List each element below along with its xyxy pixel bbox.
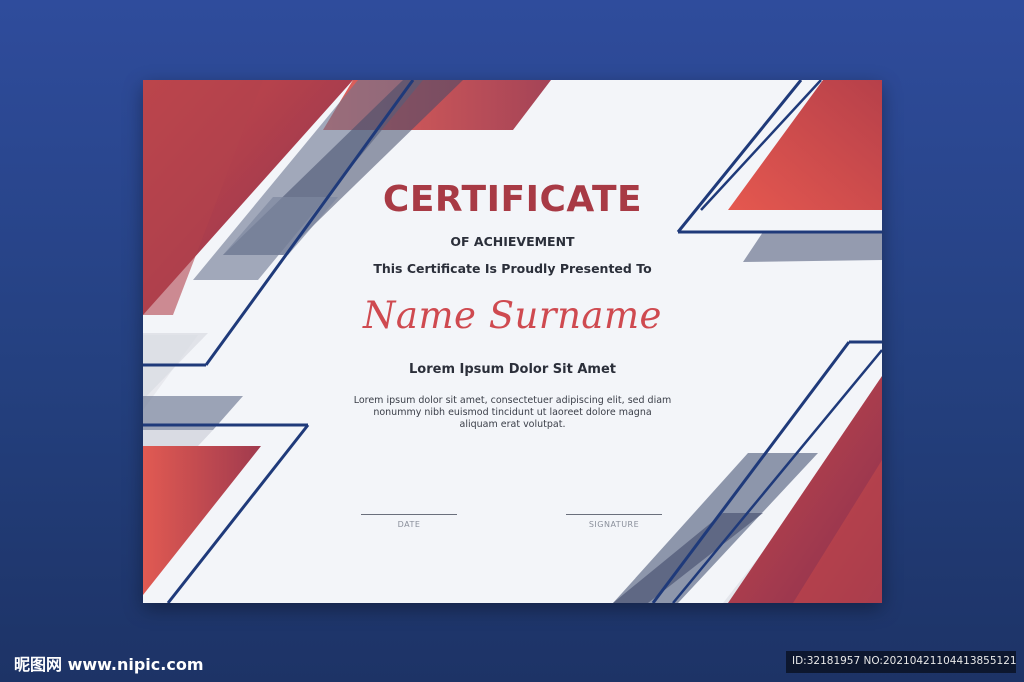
certificate-card: CERTIFICATE OF ACHIEVEMENT This Certific… xyxy=(143,80,882,603)
certificate-heading: Lorem Ipsum Dolor Sit Amet xyxy=(409,362,616,377)
presented-to-text: This Certificate Is Proudly Presented To xyxy=(373,261,652,276)
watermark-id-text: ID:32181957 NO:20210421104413855121 xyxy=(792,655,1017,667)
signature-label: SIGNATURE xyxy=(588,520,640,529)
certificate-body-text: Lorem ipsum dolor sit amet, consectetuer… xyxy=(353,395,672,430)
date-line xyxy=(361,514,457,515)
bottom-left-red-shape xyxy=(143,446,261,595)
geometric-decoration xyxy=(143,80,882,603)
certificate-subtitle: OF ACHIEVEMENT xyxy=(450,234,575,249)
signature-line xyxy=(566,514,662,515)
watermark-logo: 昵图网 www.nipic.com xyxy=(14,655,204,674)
recipient-name: Name Surname xyxy=(363,294,662,337)
date-label: DATE xyxy=(397,520,421,529)
certificate-title: CERTIFICATE xyxy=(382,179,643,220)
